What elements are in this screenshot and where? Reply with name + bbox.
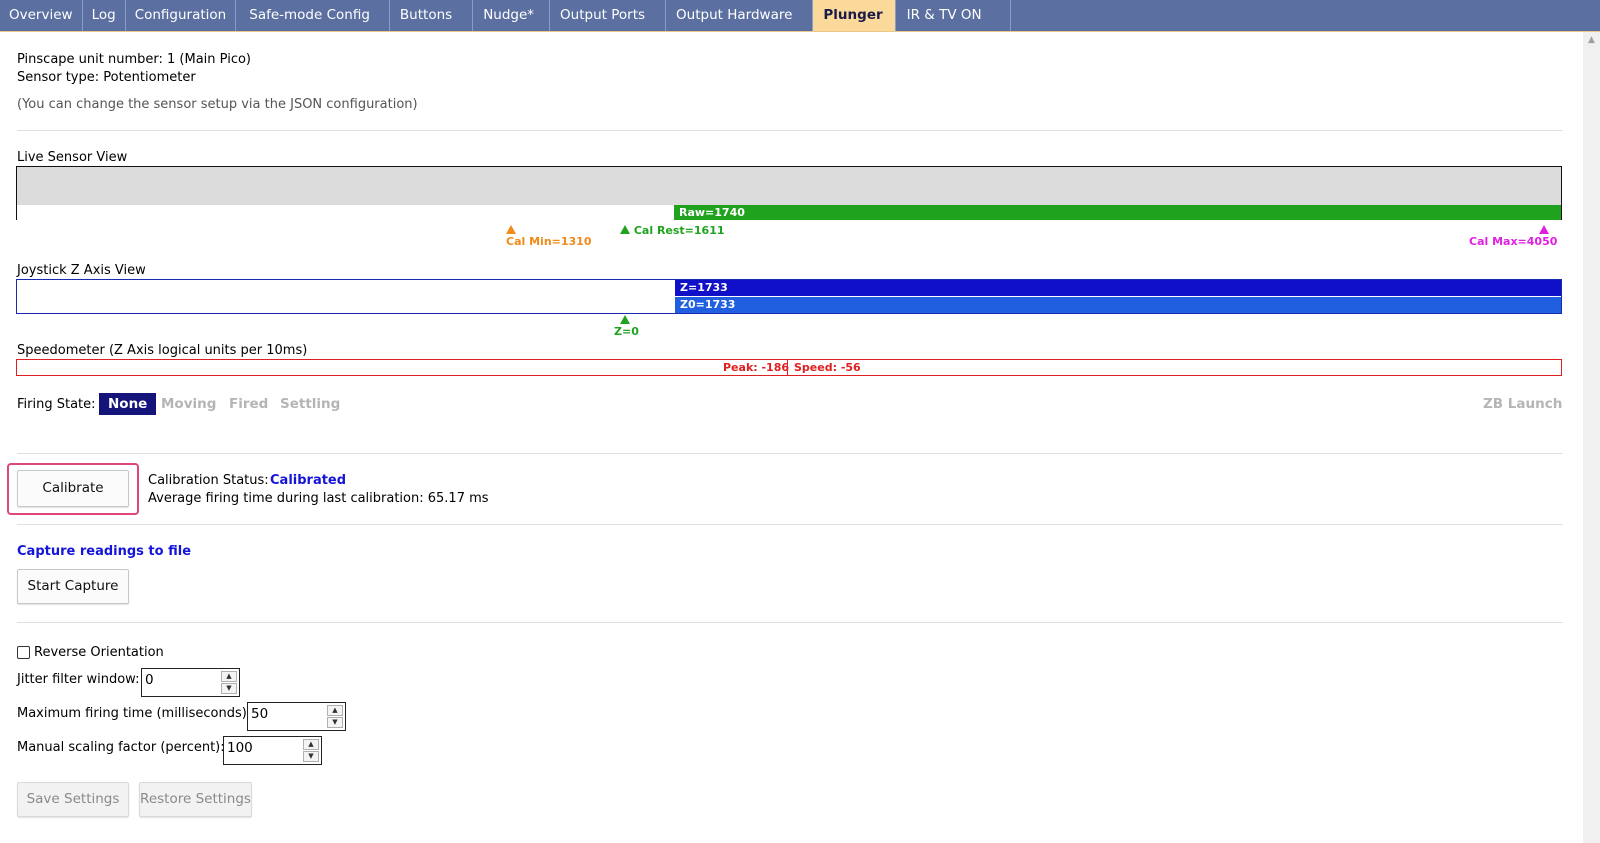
z-zero-label: Z=0 [614, 325, 639, 338]
tab-buttons[interactable]: Buttons [390, 0, 474, 31]
live-sensor-bar: Raw=1740 [16, 166, 1562, 220]
reverse-orientation-checkbox[interactable] [17, 646, 30, 659]
sensor-type-text: Sensor type: Potentiometer [17, 70, 196, 85]
tab-configuration[interactable]: Configuration [126, 0, 237, 31]
triangle-up-icon [1539, 225, 1549, 234]
chevron-up-icon[interactable]: ▲ [327, 705, 343, 716]
scaling-factor-field[interactable]: ▲ ▼ [223, 736, 322, 765]
zb-launch-indicator: ZB Launch [1483, 396, 1563, 412]
firing-state-label: Firing State: [17, 397, 96, 412]
firing-state-moving: Moving [161, 396, 217, 412]
triangle-up-icon [620, 315, 630, 324]
tab-safe-mode-config[interactable]: Safe-mode Config [236, 0, 390, 31]
joystick-title: Joystick Z Axis View [17, 263, 146, 278]
cal-rest-marker: Cal Rest=1611 [620, 224, 725, 237]
capture-title: Capture readings to file [17, 544, 192, 559]
reverse-orientation-label: Reverse Orientation [34, 645, 164, 660]
sensor-setup-note: (You can change the sensor setup via the… [17, 97, 418, 112]
chevron-down-icon[interactable]: ▼ [327, 717, 343, 728]
tab-ir-tv-on[interactable]: IR & TV ON [896, 0, 1011, 31]
scaling-spinner[interactable]: ▲ ▼ [303, 739, 319, 762]
divider [17, 622, 1563, 623]
divider [17, 453, 1563, 454]
firing-state-fired: Fired [229, 396, 269, 412]
tab-overview[interactable]: Overview [0, 0, 83, 31]
restore-settings-button[interactable]: Restore Settings [139, 782, 252, 817]
scaling-factor-label: Manual scaling factor (percent): [17, 740, 225, 755]
max-firing-time-label: Maximum firing time (milliseconds): [17, 706, 252, 721]
speedometer-bar: Peak: -186 Speed: -56 [16, 359, 1562, 376]
jitter-filter-field[interactable]: ▲ ▼ [141, 668, 240, 697]
scroll-up-icon[interactable]: ▲ [1583, 32, 1600, 49]
triangle-up-icon [620, 225, 630, 234]
z-bar: Z=1733 [675, 280, 1561, 296]
start-capture-button[interactable]: Start Capture [17, 569, 129, 604]
max-firing-time-field[interactable]: ▲ ▼ [247, 702, 346, 731]
triangle-up-icon [506, 225, 516, 234]
divider [17, 130, 1563, 131]
divider [17, 524, 1563, 525]
vertical-scrollbar[interactable] [1583, 32, 1600, 843]
joystick-z-bar: Z=1733 Z0=1733 [16, 279, 1562, 314]
jitter-filter-label: Jitter filter window: [17, 672, 140, 687]
cal-min-label: Cal Min=1310 [506, 235, 592, 248]
average-firing-time: Average firing time during last calibrat… [148, 491, 489, 506]
tab-bar: Overview Log Configuration Safe-mode Con… [0, 0, 1600, 32]
chevron-down-icon[interactable]: ▼ [221, 683, 237, 694]
cal-rest-label: Cal Rest=1611 [633, 224, 725, 237]
firing-state-none: None [99, 393, 157, 415]
tab-log[interactable]: Log [83, 0, 126, 31]
max-firing-time-input[interactable] [251, 706, 323, 722]
tab-nudge[interactable]: Nudge* [473, 0, 551, 31]
cal-max-label: Cal Max=4050 [1469, 235, 1558, 248]
raw-reading-bar: Raw=1740 [674, 205, 1561, 220]
tab-plunger[interactable]: Plunger [813, 0, 896, 31]
speed-divider [787, 360, 788, 375]
unit-number-text: Pinscape unit number: 1 (Main Pico) [17, 52, 251, 67]
live-sensor-title: Live Sensor View [17, 150, 128, 165]
scaling-factor-input[interactable] [227, 740, 299, 756]
calibration-status-label: Calibration Status: [148, 473, 269, 488]
max-firing-spinner[interactable]: ▲ ▼ [327, 705, 343, 728]
speed-label: Speed: -56 [794, 361, 861, 374]
tab-output-hardware[interactable]: Output Hardware [666, 0, 814, 31]
chevron-up-icon[interactable]: ▲ [303, 739, 319, 750]
chevron-up-icon[interactable]: ▲ [221, 671, 237, 682]
calibrate-button[interactable]: Calibrate [17, 470, 129, 507]
jitter-spinner[interactable]: ▲ ▼ [221, 671, 237, 694]
chevron-down-icon[interactable]: ▼ [303, 751, 319, 762]
z0-bar: Z0=1733 [675, 297, 1561, 313]
jitter-filter-input[interactable] [145, 672, 217, 688]
peak-label: Peak: -186 [723, 361, 790, 374]
save-settings-button[interactable]: Save Settings [17, 782, 129, 817]
firing-state-settling: Settling [280, 396, 341, 412]
speedometer-title: Speedometer (Z Axis logical units per 10… [17, 343, 308, 358]
calibration-status-value: Calibrated [270, 473, 347, 488]
tab-output-ports[interactable]: Output Ports [550, 0, 667, 31]
